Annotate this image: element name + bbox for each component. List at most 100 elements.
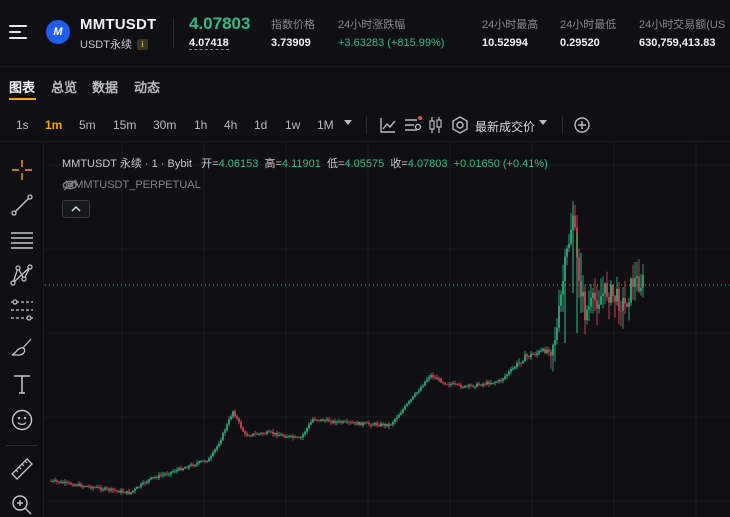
candle-body xyxy=(62,481,64,484)
high-value: 4.11901 xyxy=(281,158,321,170)
timeframe-1s[interactable]: 1s xyxy=(16,118,29,132)
candle-body xyxy=(182,468,184,471)
candle-body xyxy=(634,278,636,287)
timeframe-30m[interactable]: 30m xyxy=(153,118,176,132)
tab-feed[interactable]: 动态 xyxy=(134,77,160,96)
candle-body xyxy=(208,458,210,462)
indicators-icon[interactable] xyxy=(379,116,397,134)
candle-body xyxy=(328,419,330,422)
timeframe-1w[interactable]: 1w xyxy=(285,118,300,132)
candle-body xyxy=(486,382,488,385)
stat-24h-low: 24小时最低 0.29520 xyxy=(560,16,616,49)
candle-body xyxy=(360,422,362,426)
text-icon[interactable] xyxy=(10,372,34,396)
candle-body xyxy=(558,305,560,328)
timeframe-1h[interactable]: 1h xyxy=(194,118,207,132)
add-compare-icon[interactable] xyxy=(573,116,591,134)
candle-body xyxy=(522,361,524,363)
candle-body xyxy=(206,461,208,462)
candle-body xyxy=(412,396,414,400)
drawing-toolbar xyxy=(0,143,44,517)
price-source-icon[interactable] xyxy=(451,116,469,134)
emoji-icon[interactable] xyxy=(10,408,34,432)
candle-body xyxy=(322,419,324,421)
candle-body xyxy=(442,382,444,384)
crosshair-icon[interactable] xyxy=(10,158,34,182)
ruler-icon[interactable] xyxy=(10,457,34,481)
candle-body xyxy=(292,435,294,438)
measure-lines-icon[interactable] xyxy=(10,298,34,322)
candle-body xyxy=(414,393,416,397)
candlestick-chart[interactable]: MMTUSDT 永续 · 1 · Bybit 开=4.06153 高=4.119… xyxy=(45,143,730,517)
candle-body xyxy=(518,362,520,364)
candle-body xyxy=(82,486,84,487)
candle-body xyxy=(550,351,552,356)
symbol-name[interactable]: MMTUSDT xyxy=(80,16,156,33)
candle-body xyxy=(458,383,460,385)
zoom-in-icon[interactable] xyxy=(10,493,34,517)
candle-type-icon[interactable] xyxy=(427,116,445,134)
timeframe-4h[interactable]: 4h xyxy=(224,118,237,132)
candle-body xyxy=(88,486,90,487)
price-type-dropdown-icon[interactable] xyxy=(539,120,547,125)
pattern-icon[interactable] xyxy=(10,263,34,287)
open-value: 4.06153 xyxy=(218,158,259,170)
candle-body xyxy=(254,433,256,435)
stat-24h-high: 24小时最高 10.52994 xyxy=(482,16,538,49)
candle-body xyxy=(168,474,170,475)
candle-body xyxy=(302,434,304,438)
candle-body xyxy=(548,349,550,352)
timeframe-1d[interactable]: 1d xyxy=(254,118,267,132)
tab-overview[interactable]: 总览 xyxy=(51,77,77,96)
candle-body xyxy=(232,411,234,417)
candle-body xyxy=(366,422,368,424)
close-label: 收= xyxy=(390,158,408,170)
candle-body xyxy=(536,353,538,356)
candle-body xyxy=(190,464,192,466)
eye-off-icon[interactable] xyxy=(62,179,78,191)
candle-body xyxy=(438,378,440,380)
token-logo-icon: M xyxy=(46,20,70,44)
candle-body xyxy=(268,431,270,433)
candle-body xyxy=(60,481,62,483)
timeframe-5m[interactable]: 5m xyxy=(79,118,96,132)
candle-body xyxy=(284,436,286,438)
candle-body xyxy=(112,488,114,491)
candle-body xyxy=(136,487,138,489)
candle-body xyxy=(258,433,260,435)
candle-body xyxy=(264,433,266,435)
timeframe-15m[interactable]: 15m xyxy=(113,118,136,132)
candle-body xyxy=(380,423,382,426)
legend-title[interactable]: MMTUSDT 永续 · 1 · Bybit xyxy=(62,158,192,170)
trendline-icon[interactable] xyxy=(10,193,34,217)
candle-body xyxy=(544,348,546,353)
menu-icon[interactable] xyxy=(9,22,29,42)
brush-icon[interactable] xyxy=(10,335,34,359)
candle-body xyxy=(260,433,262,434)
active-tab-indicator xyxy=(9,98,36,100)
low-value: 4.05575 xyxy=(344,158,385,170)
fib-lines-icon[interactable] xyxy=(10,228,34,252)
candle-body xyxy=(520,362,522,364)
candle-body xyxy=(594,292,596,301)
chart-canvas[interactable] xyxy=(45,143,730,517)
tab-chart[interactable]: 图表 xyxy=(9,77,35,96)
candle-body xyxy=(608,296,610,303)
collapse-legend-button[interactable] xyxy=(62,200,90,218)
mark-price[interactable]: 4.07418 xyxy=(189,37,229,50)
candle-body xyxy=(510,369,512,372)
candle-body xyxy=(310,422,312,425)
price-type-select[interactable]: 最新成交价 xyxy=(475,118,535,135)
info-icon[interactable]: i xyxy=(136,38,148,50)
timeframe-dropdown-icon[interactable] xyxy=(344,120,352,125)
timeframe-1m[interactable]: 1m xyxy=(45,118,62,132)
candle-body xyxy=(306,428,308,432)
candle-body xyxy=(104,487,106,490)
stat-label: 24小时交易额(US xyxy=(639,19,726,31)
tab-data[interactable]: 数据 xyxy=(92,77,118,96)
chart-settings-icon[interactable] xyxy=(404,116,422,134)
candle-body xyxy=(490,383,492,385)
candle-body xyxy=(636,276,638,278)
timeframe-1M[interactable]: 1M xyxy=(317,118,334,132)
candle-body xyxy=(484,383,486,385)
